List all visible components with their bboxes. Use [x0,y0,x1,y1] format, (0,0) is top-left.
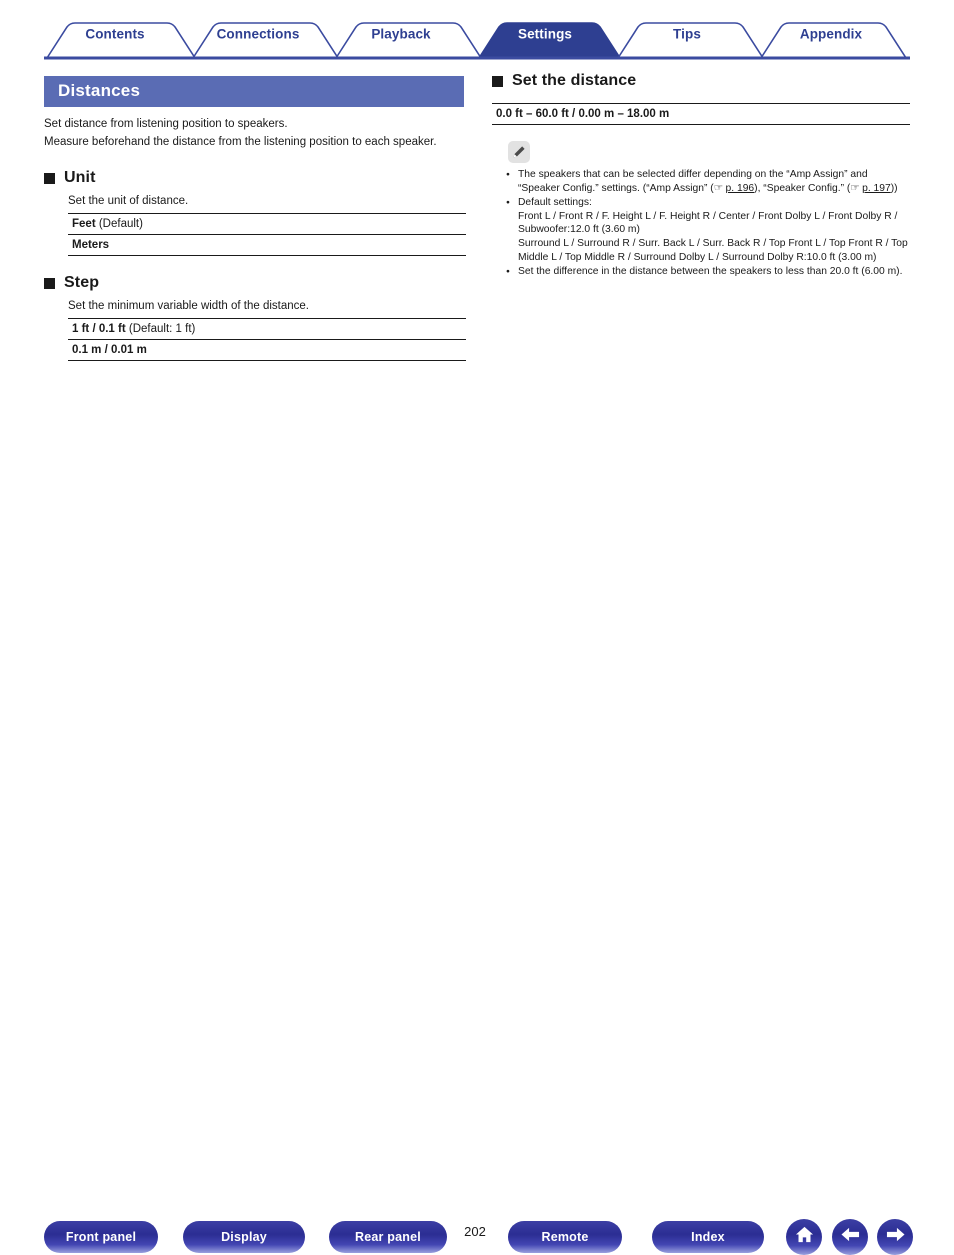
default-settings-line-1: Front L / Front R / F. Height L / F. Hei… [518,210,898,236]
rear-panel-button[interactable]: Rear panel [329,1221,447,1253]
option-value: Feet [72,218,96,230]
intro-line-2: Measure beforehand the distance from the… [44,136,437,148]
tab-appendix[interactable]: Appendix [800,27,862,42]
page-title: Distances [44,76,464,107]
section-heading-set-the-distance: Set the distance [492,72,910,90]
tab-baseline-rule [44,56,910,60]
top-tab-bar: Contents Connections Playback Settings T… [0,0,954,62]
home-button[interactable] [786,1219,822,1255]
square-bullet-icon [44,172,55,184]
left-column: Distances Set distance from listening po… [44,76,466,361]
square-bullet-icon [44,277,55,289]
page-link-197[interactable]: p. 197 [862,183,891,194]
table-row[interactable]: 0.1 m / 0.01 m [68,340,466,361]
page-number: 202 [464,1224,486,1239]
section-heading-step: Step [44,274,464,292]
hand-pointer-icon: ☞ [713,181,723,194]
tab-tips[interactable]: Tips [673,27,701,42]
note-list: The speakers that can be selected differ… [492,168,910,279]
option-suffix: (Default) [95,218,143,230]
footer-navigation: Front panel Display Rear panel 202 Remot… [0,602,954,1255]
table-row[interactable]: 0.0 ft – 60.0 ft / 0.00 m – 18.00 m [492,104,910,125]
note-text-part2: ), “Speaker Config.” ( [754,182,851,194]
table-row[interactable]: Feet (Default) [68,214,466,235]
pencil-icon [508,141,530,163]
unit-option-table: Feet (Default) Meters [68,213,466,256]
step-option-table: 1 ft / 0.1 ft (Default: 1 ft) 0.1 m / 0.… [68,318,466,361]
index-button[interactable]: Index [652,1221,764,1253]
tab-contents[interactable]: Contents [85,27,144,42]
option-value: 0.0 ft – 60.0 ft / 0.00 m – 18.00 m [496,108,670,120]
section-heading-unit-label: Unit [64,169,96,186]
option-value: Meters [72,239,110,251]
list-item: Set the difference in the distance betwe… [492,265,910,279]
note-text-part3: )) [890,182,898,194]
arrow-right-icon [885,1225,906,1249]
step-description: Set the minimum variable width of the di… [68,300,309,312]
option-value: 1 ft / 0.1 ft [72,323,126,335]
right-column: Set the distance 0.0 ft – 60.0 ft / 0.00… [492,72,910,280]
note-difference-text: Set the difference in the distance betwe… [518,266,903,278]
tab-playback[interactable]: Playback [371,27,430,42]
arrow-left-icon [840,1225,861,1249]
default-settings-lead: Default settings: [518,197,592,209]
distance-range-table: 0.0 ft – 60.0 ft / 0.00 m – 18.00 m [492,103,910,125]
page-content: Distances Set distance from listening po… [0,62,954,602]
intro-text: Set distance from listening position to … [44,116,444,151]
home-icon [795,1225,814,1249]
list-item: Default settings:Front L / Front R / F. … [492,196,910,264]
list-item: The speakers that can be selected differ… [492,168,910,195]
section-heading-unit: Unit [44,169,464,187]
option-suffix: (Default: 1 ft) [125,323,196,335]
section-heading-set-the-distance-label: Set the distance [512,72,637,89]
unit-description: Set the unit of distance. [68,195,189,207]
tab-connections[interactable]: Connections [217,27,300,42]
remote-button[interactable]: Remote [508,1221,622,1253]
page-link-196[interactable]: p. 196 [726,183,755,194]
table-row[interactable]: 1 ft / 0.1 ft (Default: 1 ft) [68,319,466,340]
default-settings-line-2: Surround L / Surround R / Surr. Back L /… [518,237,908,263]
section-heading-step-label: Step [64,274,100,291]
intro-line-1: Set distance from listening position to … [44,118,288,130]
option-value: 0.1 m / 0.01 m [72,344,147,356]
hand-pointer-icon: ☞ [850,181,860,194]
tab-settings[interactable]: Settings [518,27,572,42]
back-button[interactable] [832,1219,868,1255]
table-row[interactable]: Meters [68,235,466,256]
display-button[interactable]: Display [183,1221,305,1253]
front-panel-button[interactable]: Front panel [44,1221,158,1253]
forward-button[interactable] [877,1219,913,1255]
square-bullet-icon [492,75,503,87]
note-block: The speakers that can be selected differ… [492,141,910,279]
